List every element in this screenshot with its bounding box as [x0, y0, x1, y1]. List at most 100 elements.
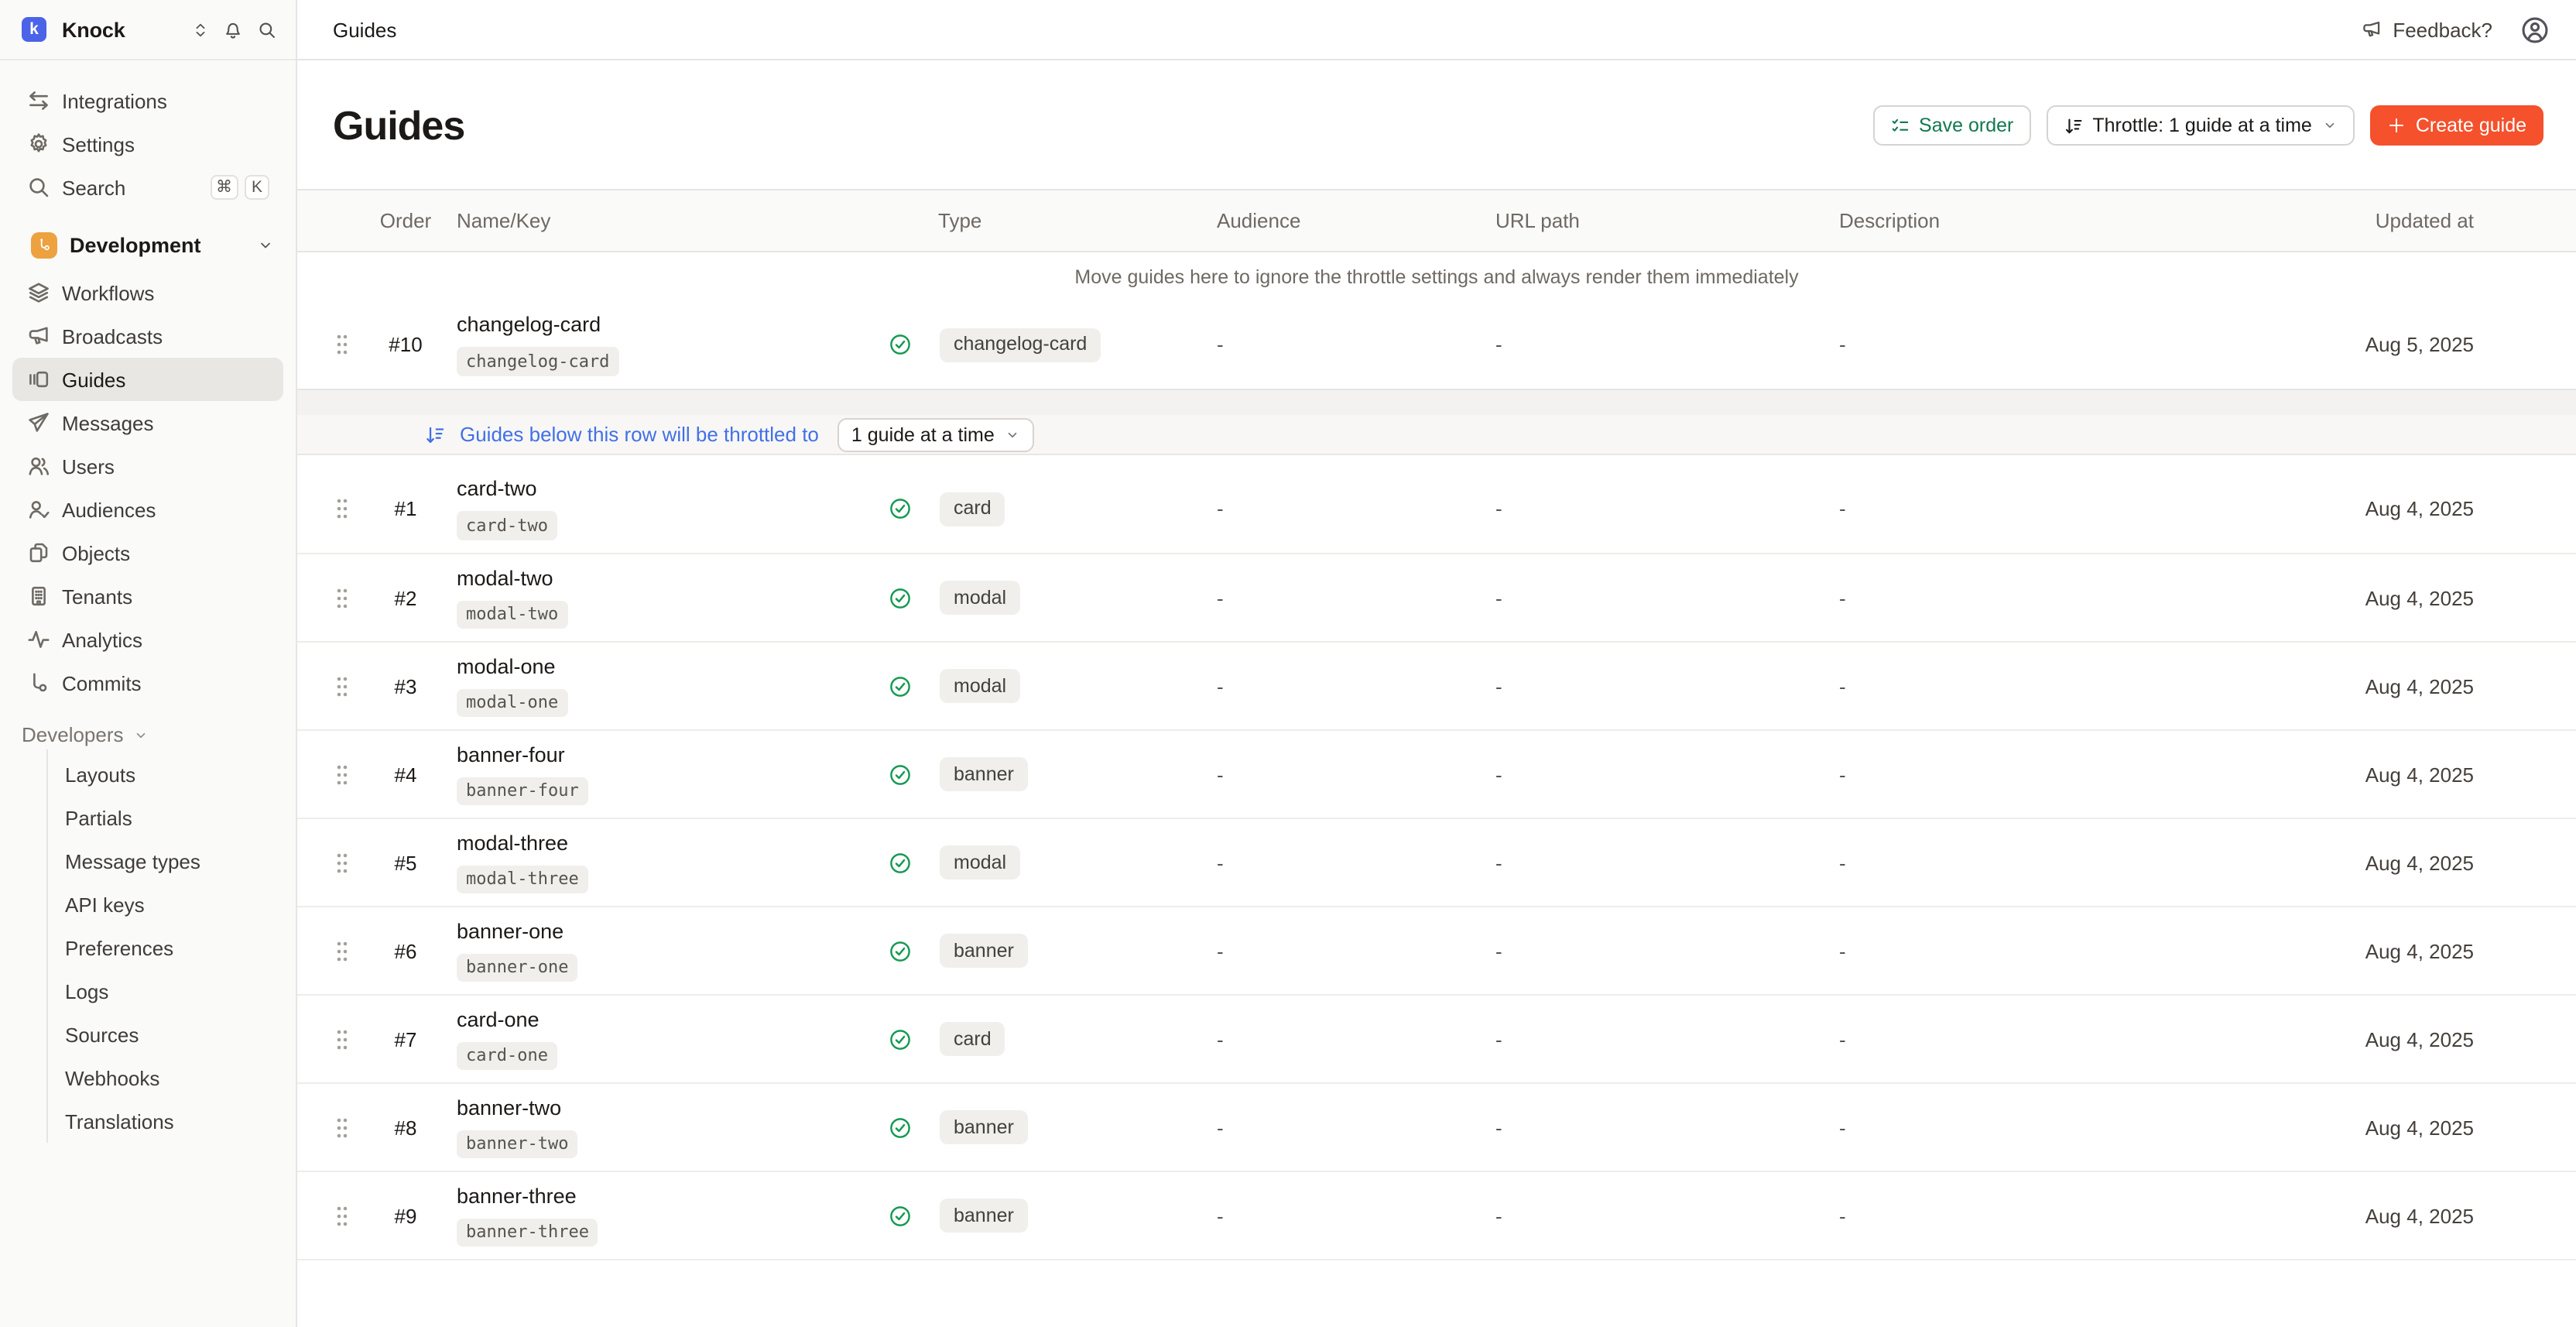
account-avatar-icon[interactable] [2520, 15, 2550, 44]
status-active-check-icon [889, 586, 912, 609]
create-guide-button[interactable]: Create guide [2371, 105, 2543, 146]
sidebar-item-objects[interactable]: Objects [12, 531, 283, 574]
guide-description: - [1824, 1204, 2226, 1227]
sidebar-item-label: Message types [65, 849, 200, 873]
guide-row: #1 card-two card-two card - - - Aug 4, 2… [297, 465, 2576, 553]
sidebar-item-tenants[interactable]: Tenants [12, 574, 283, 618]
throttle-divider-link[interactable]: Guides below this row will be throttled … [424, 423, 819, 446]
drag-handle-icon[interactable] [334, 586, 350, 609]
guide-key-badge: modal-one [457, 689, 567, 717]
sidebar-item-guides[interactable]: Guides [12, 358, 283, 401]
sidebar-item-logs[interactable]: Logs [48, 969, 296, 1013]
throttled-rows-section: #1 card-two card-two card - - - Aug 4, 2… [297, 465, 2576, 1260]
status-active-check-icon [889, 1204, 912, 1227]
guide-updated-at: Aug 4, 2025 [2226, 674, 2474, 698]
guide-order: #2 [372, 586, 440, 609]
table-header-row: Order Name/Key Type Audience URL path De… [297, 189, 2576, 252]
guide-order: #10 [372, 333, 440, 356]
workspace-expand-icon[interactable] [192, 21, 209, 38]
guide-updated-at: Aug 4, 2025 [2226, 1116, 2474, 1139]
sidebar-item-label: Search [62, 176, 125, 199]
sidebar-item-webhooks[interactable]: Webhooks [48, 1056, 296, 1099]
shortcut-key: ⌘ [210, 175, 238, 200]
environment-switcher[interactable]: Development [0, 221, 296, 268]
guide-key-badge: banner-three [457, 1219, 598, 1246]
developers-label: Developers [22, 723, 124, 746]
guide-order: #6 [372, 939, 440, 962]
search-icon [26, 175, 51, 200]
messages-icon [26, 410, 51, 435]
guide-key-badge: banner-one [457, 954, 577, 982]
guide-url-path: - [1480, 674, 1824, 698]
sidebar-item-broadcasts[interactable]: Broadcasts [12, 314, 283, 358]
guide-url-path: - [1480, 497, 1824, 520]
sidebar-item-partials[interactable]: Partials [48, 796, 296, 839]
drag-handle-icon[interactable] [334, 939, 350, 962]
sidebar-item-workflows[interactable]: Workflows [12, 271, 283, 314]
drag-handle-icon[interactable] [334, 1027, 350, 1051]
guide-description: - [1824, 333, 2226, 356]
status-active-check-icon [889, 1027, 912, 1051]
sidebar-item-preferences[interactable]: Preferences [48, 926, 296, 969]
guide-audience: - [1201, 939, 1480, 962]
search-icon[interactable] [257, 19, 277, 39]
drag-handle-icon[interactable] [334, 1204, 350, 1227]
unthrottled-note: Move guides here to ignore the throttle … [297, 252, 2576, 300]
guide-description: - [1824, 674, 2226, 698]
developers-section-toggle[interactable]: Developers [0, 705, 296, 749]
feedback-button[interactable]: Feedback? [2360, 18, 2492, 41]
status-active-check-icon [889, 674, 912, 698]
sidebar-item-search[interactable]: Search ⌘K [12, 166, 283, 209]
guide-url-path: - [1480, 851, 1824, 874]
guide-description: - [1824, 1116, 2226, 1139]
guide-audience: - [1201, 851, 1480, 874]
sidebar-item-layouts[interactable]: Layouts [48, 753, 296, 796]
sidebar-item-integrations[interactable]: Integrations [12, 79, 283, 122]
guide-row: #5 modal-three modal-three modal - - - A… [297, 818, 2576, 906]
guide-description: - [1824, 1027, 2226, 1051]
status-active-check-icon [889, 939, 912, 962]
sidebar-item-label: Workflows [62, 281, 154, 304]
status-active-check-icon [889, 333, 912, 356]
guide-order: #8 [372, 1116, 440, 1139]
sidebar-item-users[interactable]: Users [12, 444, 283, 488]
guide-name: modal-three [457, 832, 873, 856]
sidebar-item-settings[interactable]: Settings [12, 122, 283, 166]
sidebar-item-sources[interactable]: Sources [48, 1013, 296, 1056]
chevron-down-icon [1005, 427, 1021, 442]
column-header-description: Description [1824, 209, 2226, 232]
save-order-button[interactable]: Save order [1872, 105, 2030, 146]
guide-url-path: - [1480, 1116, 1824, 1139]
drag-handle-icon[interactable] [334, 674, 350, 698]
sidebar-item-messages[interactable]: Messages [12, 401, 283, 444]
drag-handle-icon[interactable] [334, 763, 350, 786]
guide-url-path: - [1480, 939, 1824, 962]
guide-description: - [1824, 763, 2226, 786]
column-header-url-path: URL path [1480, 209, 1824, 232]
guide-name: modal-two [457, 567, 873, 591]
throttle-value-select[interactable]: 1 guide at a time [838, 417, 1035, 451]
guide-row: #6 banner-one banner-one banner - - - Au… [297, 906, 2576, 994]
sidebar-item-analytics[interactable]: Analytics [12, 618, 283, 661]
drag-handle-icon[interactable] [334, 333, 350, 356]
sidebar-item-audiences[interactable]: Audiences [12, 488, 283, 531]
drag-handle-icon[interactable] [334, 497, 350, 520]
guide-audience: - [1201, 333, 1480, 356]
workspace-switcher[interactable]: k Knock [0, 0, 296, 60]
guide-url-path: - [1480, 1027, 1824, 1051]
sidebar-item-label: Preferences [65, 936, 173, 959]
drag-handle-icon[interactable] [334, 1116, 350, 1139]
guide-audience: - [1201, 497, 1480, 520]
throttle-dropdown-button[interactable]: Throttle: 1 guide at a time [2046, 105, 2355, 146]
sidebar-item-translations[interactable]: Translations [48, 1099, 296, 1143]
drag-handle-icon[interactable] [334, 851, 350, 874]
sidebar-item-label: Users [62, 454, 115, 478]
sidebar-item-commits[interactable]: Commits [12, 661, 283, 705]
page-header: Guides Save order Throttle: 1 guide at a… [297, 60, 2576, 164]
branch-icon [36, 236, 53, 253]
notifications-bell-icon[interactable] [223, 19, 243, 39]
sidebar-item-api-keys[interactable]: API keys [48, 883, 296, 926]
tenants-icon [26, 584, 51, 609]
sidebar-item-message-types[interactable]: Message types [48, 839, 296, 883]
status-active-check-icon [889, 763, 912, 786]
